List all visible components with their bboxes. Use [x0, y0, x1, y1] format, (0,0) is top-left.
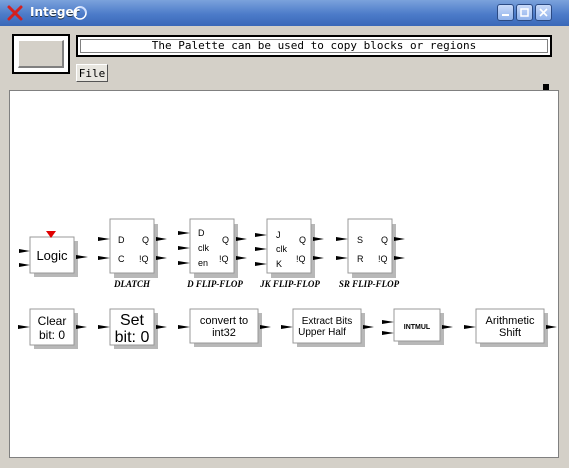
block-text: bit: 0 [39, 328, 65, 342]
output-port-icon [313, 237, 324, 241]
port-label: Q [299, 235, 306, 245]
input-port-icon [464, 325, 476, 329]
input-port-icon [255, 262, 267, 266]
port-label: D [118, 235, 125, 245]
input-port-icon [19, 249, 30, 253]
block-text: Set [120, 312, 145, 329]
input-port-icon [178, 261, 190, 265]
title-bar[interactable]: Integer [0, 0, 569, 27]
port-label: Q [142, 235, 149, 245]
input-port-icon [336, 237, 348, 241]
port-label: K [276, 259, 282, 269]
block-text: Arithmetic [486, 315, 535, 327]
output-port-icon [363, 325, 374, 329]
port-label: !Q [219, 254, 229, 264]
status-message-inner [80, 39, 548, 53]
block-text: convert to [200, 315, 248, 327]
block-text: int32 [212, 327, 236, 339]
minimize-button[interactable] [497, 4, 514, 21]
block-text: bit: 0 [115, 329, 150, 346]
input-port-icon [98, 325, 110, 329]
output-port-icon [76, 255, 88, 259]
swirl-icon [73, 6, 87, 20]
palette-canvas[interactable]: Logic D C Q !Q DLATCH D clk en Q !Q D FL… [9, 90, 559, 458]
set-bit-block[interactable]: Set bit: 0 [98, 308, 167, 349]
output-port-icon [260, 325, 271, 329]
port-label: J [276, 230, 281, 240]
port-label: !Q [378, 254, 388, 264]
port-label: D [198, 228, 205, 238]
convert-int32-block[interactable]: convert to int32 [178, 308, 271, 347]
port-label: R [357, 254, 364, 264]
maximize-button[interactable] [516, 4, 533, 21]
close-x-app-icon[interactable] [6, 4, 24, 22]
output-port-icon [442, 325, 453, 329]
port-label: S [357, 235, 363, 245]
jk-flipflop-block[interactable]: J clk K Q !Q JK FLIP-FLOP [255, 218, 324, 289]
output-port-icon [546, 325, 557, 329]
port-label: clk [276, 244, 287, 254]
block-text: Upper Half [298, 327, 346, 338]
logic-block[interactable]: Logic [19, 231, 88, 277]
input-port-icon [281, 325, 293, 329]
sr-flipflop-block[interactable]: S R Q !Q SR FLIP-FLOP [336, 218, 405, 289]
logic-text: Logic [36, 248, 68, 263]
output-port-icon [236, 237, 247, 241]
input-port-icon [178, 246, 190, 250]
input-port-icon [255, 247, 267, 251]
preview-block [18, 40, 64, 68]
port-label: clk [198, 243, 209, 253]
output-port-icon [313, 256, 324, 260]
block-caption: JK FLIP-FLOP [259, 279, 320, 289]
port-label: C [118, 254, 125, 264]
input-port-icon [382, 331, 394, 335]
port-label: !Q [296, 254, 306, 264]
file-menu[interactable]: File [76, 64, 108, 82]
palette-preview[interactable] [12, 34, 70, 74]
block-text: Shift [499, 327, 521, 339]
intmul-block[interactable]: INTMUL [382, 308, 453, 345]
block-text: Extract Bits [302, 316, 353, 327]
output-port-icon [76, 325, 87, 329]
input-port-icon [19, 263, 30, 267]
output-port-icon [156, 237, 167, 241]
input-port-icon [255, 233, 267, 237]
block-caption: D FLIP-FLOP [186, 279, 243, 289]
input-port-icon [98, 237, 110, 241]
output-port-icon [156, 256, 167, 260]
clear-bit-block[interactable]: Clear bit: 0 [18, 308, 87, 349]
dlatch-block[interactable]: D C Q !Q DLATCH [98, 218, 167, 289]
output-port-icon [394, 256, 405, 260]
d-flipflop-block[interactable]: D clk en Q !Q D FLIP-FLOP [178, 218, 247, 289]
port-label: !Q [139, 254, 149, 264]
arithmetic-shift-block[interactable]: Arithmetic Shift [464, 308, 557, 347]
block-text: Clear [38, 314, 67, 328]
output-port-icon [394, 237, 405, 241]
port-label: Q [381, 235, 388, 245]
port-label: en [198, 258, 208, 268]
output-port-icon [156, 325, 167, 329]
port-label: Q [222, 235, 229, 245]
status-message: The Palette can be used to copy blocks o… [76, 35, 552, 57]
input-port-icon [98, 256, 110, 260]
block-caption: SR FLIP-FLOP [339, 279, 400, 289]
extract-bits-block[interactable]: Extract Bits Upper Half [281, 308, 374, 347]
close-button[interactable] [535, 4, 552, 21]
input-port-icon [336, 256, 348, 260]
input-port-icon [382, 320, 394, 324]
block-caption: DLATCH [113, 279, 151, 289]
output-port-icon [236, 256, 247, 260]
input-port-icon [178, 231, 190, 235]
input-port-icon [18, 325, 30, 329]
input-port-icon [178, 325, 190, 329]
block-text: INTMUL [404, 324, 431, 331]
